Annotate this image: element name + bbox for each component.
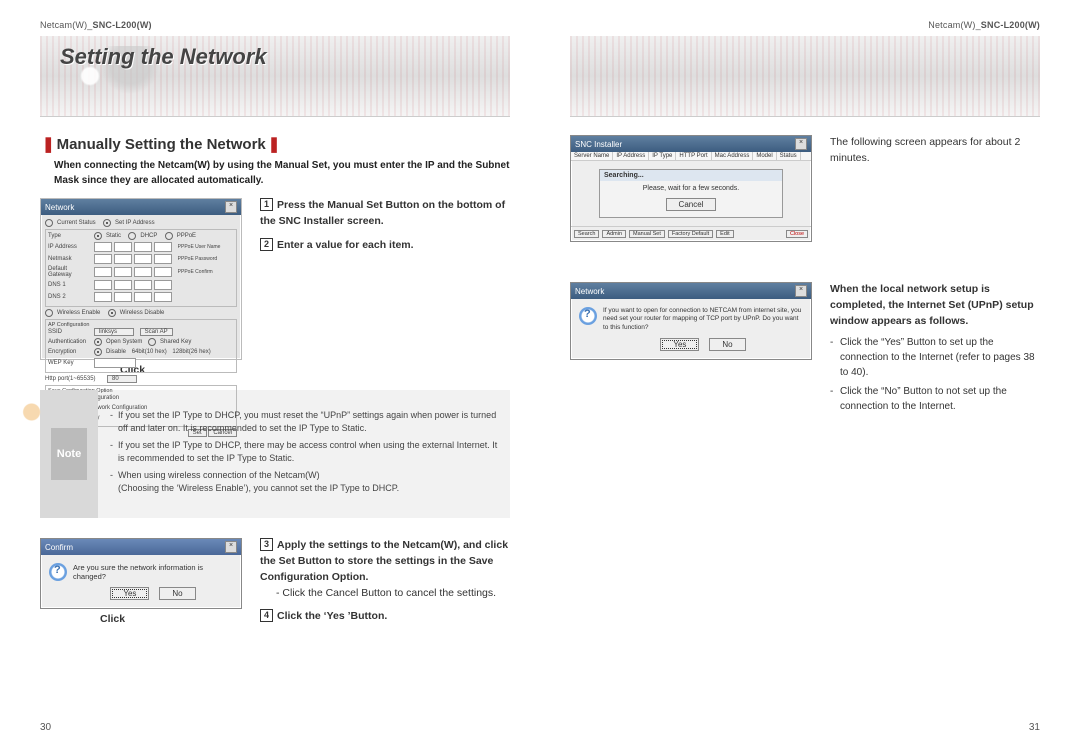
- close-icon: ×: [795, 285, 807, 297]
- no-button[interactable]: No: [709, 338, 745, 351]
- step-3: 3Apply the settings to the Netcam(W), an…: [260, 538, 510, 601]
- page-number-right: 31: [1029, 722, 1040, 733]
- cancel-button[interactable]: Cancel: [666, 198, 717, 211]
- upnp-tip-yes: Click the “Yes” Button to set up the con…: [830, 335, 1040, 380]
- chapter-title: Setting the Network: [60, 44, 267, 70]
- header-right: Netcam(W)_SNC-L200(W): [570, 20, 1040, 30]
- close-icon: ×: [795, 138, 807, 150]
- header-left: Netcam(W)_SNC-L200(W): [40, 20, 510, 30]
- upnp-tip-no: Click the “No” Button to not set up the …: [830, 384, 1040, 414]
- note-label: Note: [51, 428, 87, 480]
- upnp-intro: When the local network setup is complete…: [830, 282, 1040, 329]
- step-4: 4Click the ‘Yes ’Button.: [260, 609, 510, 625]
- close-icon: ×: [225, 201, 237, 213]
- mascot-icon: [18, 398, 52, 438]
- page-number-left: 30: [40, 722, 51, 733]
- upnp-dialog-screenshot: Network× If you want to open for connect…: [570, 282, 812, 360]
- yes-button[interactable]: Yes: [660, 338, 699, 351]
- close-icon: ×: [225, 541, 237, 553]
- section-title: ❚Manually Setting the Network❚: [40, 135, 510, 153]
- question-icon: [579, 307, 597, 325]
- yes-button[interactable]: Yes: [110, 587, 149, 600]
- click-label-2: Click: [100, 613, 242, 625]
- step-1: 1Press the Manual Set Button on the bott…: [260, 198, 510, 230]
- no-button[interactable]: No: [159, 587, 195, 600]
- chapter-banner: Setting the Network: [40, 36, 510, 117]
- note-block: Note If you set the IP Type to DHCP, you…: [40, 390, 510, 518]
- searching-screenshot: SNC Installer× Server NameIP AddressIP T…: [570, 135, 812, 242]
- chapter-banner-right: [570, 36, 1040, 117]
- step-2: 2Enter a value for each item.: [260, 238, 510, 254]
- question-icon: [49, 563, 67, 581]
- section-intro: When connecting the Netcam(W) by using t…: [40, 159, 510, 188]
- search-caption: The following screen appears for about 2…: [830, 135, 1040, 167]
- network-config-screenshot: Network× Current Status Set IP Address T…: [40, 198, 242, 376]
- confirm-screenshot: Confirm× Are you sure the network inform…: [40, 538, 242, 633]
